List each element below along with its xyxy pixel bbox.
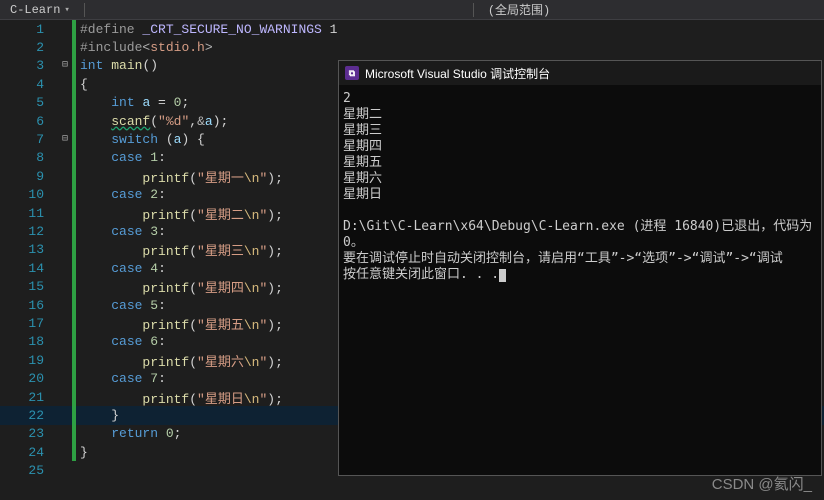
code-text: case 3: xyxy=(76,224,166,239)
code-text: return 0; xyxy=(76,426,181,441)
line-number: 25 xyxy=(0,463,58,478)
line-number: 17 xyxy=(0,316,58,331)
line-number: 3 xyxy=(0,58,58,73)
line-number: 15 xyxy=(0,279,58,294)
line-number: 19 xyxy=(0,353,58,368)
line-number: 20 xyxy=(0,371,58,386)
code-text: int a = 0; xyxy=(76,95,189,110)
code-text: printf("星期日\n"); xyxy=(76,388,283,407)
console-title: Microsoft Visual Studio 调试控制台 xyxy=(365,65,550,82)
line-number: 13 xyxy=(0,242,58,257)
visual-studio-icon: ⧉ xyxy=(345,66,359,80)
code-text: printf("星期二\n"); xyxy=(76,204,283,223)
line-number: 2 xyxy=(0,40,58,55)
debug-console[interactable]: ⧉ Microsoft Visual Studio 调试控制台 2 星期二 星期… xyxy=(338,60,822,476)
chevron-down-icon: ▾ xyxy=(64,5,69,15)
code-text: int main() xyxy=(76,58,158,73)
code-text: case 5: xyxy=(76,298,166,313)
code-line[interactable]: 2 #include<stdio.h> xyxy=(0,38,824,56)
code-text: scanf("%d",&a); xyxy=(76,114,228,129)
line-number: 12 xyxy=(0,224,58,239)
code-text: switch (a) { xyxy=(76,132,205,147)
fold-icon[interactable]: ⊟ xyxy=(58,61,72,71)
line-number: 24 xyxy=(0,445,58,460)
toolbar-divider xyxy=(473,3,474,17)
line-number: 11 xyxy=(0,206,58,221)
code-text: case 1: xyxy=(76,150,166,165)
code-text: #define _CRT_SECURE_NO_WARNINGS 1 xyxy=(76,22,337,37)
code-text: } xyxy=(76,445,88,460)
line-number: 8 xyxy=(0,150,58,165)
line-number: 10 xyxy=(0,187,58,202)
code-text: #include<stdio.h> xyxy=(76,40,213,55)
code-text: { xyxy=(76,77,88,92)
tab-clearn[interactable]: C-Learn ▾ xyxy=(0,3,80,17)
code-text: printf("星期六\n"); xyxy=(76,351,283,370)
line-number: 4 xyxy=(0,77,58,92)
code-text: } xyxy=(76,408,119,423)
code-text: case 4: xyxy=(76,261,166,276)
code-line[interactable]: 1 #define _CRT_SECURE_NO_WARNINGS 1 xyxy=(0,20,824,38)
line-number: 14 xyxy=(0,261,58,276)
line-number: 5 xyxy=(0,95,58,110)
code-text: printf("星期四\n"); xyxy=(76,277,283,296)
line-number: 21 xyxy=(0,390,58,405)
code-text: case 2: xyxy=(76,187,166,202)
code-text: printf("星期三\n"); xyxy=(76,240,283,259)
code-text: case 6: xyxy=(76,334,166,349)
line-number: 16 xyxy=(0,298,58,313)
fold-icon[interactable]: ⊟ xyxy=(58,135,72,145)
line-number: 1 xyxy=(0,22,58,37)
console-titlebar[interactable]: ⧉ Microsoft Visual Studio 调试控制台 xyxy=(339,61,821,85)
line-number: 18 xyxy=(0,334,58,349)
line-number: 9 xyxy=(0,169,58,184)
scope-label: (全局范围) xyxy=(488,1,550,18)
line-number: 22 xyxy=(0,408,58,423)
toolbar-divider xyxy=(84,3,85,17)
line-number: 6 xyxy=(0,114,58,129)
line-number: 7 xyxy=(0,132,58,147)
line-number: 23 xyxy=(0,426,58,441)
console-output[interactable]: 2 星期二 星期三 星期四 星期五 星期六 星期日 D:\Git\C-Learn… xyxy=(339,85,821,475)
tab-label: C-Learn xyxy=(10,3,60,17)
code-text: case 7: xyxy=(76,371,166,386)
cursor xyxy=(499,269,506,282)
change-bar xyxy=(72,461,76,479)
top-toolbar: C-Learn ▾ (全局范围) xyxy=(0,0,824,20)
scope-dropdown[interactable]: (全局范围) xyxy=(478,1,560,18)
code-text: printf("星期五\n"); xyxy=(76,314,283,333)
code-text: printf("星期一\n"); xyxy=(76,167,283,186)
